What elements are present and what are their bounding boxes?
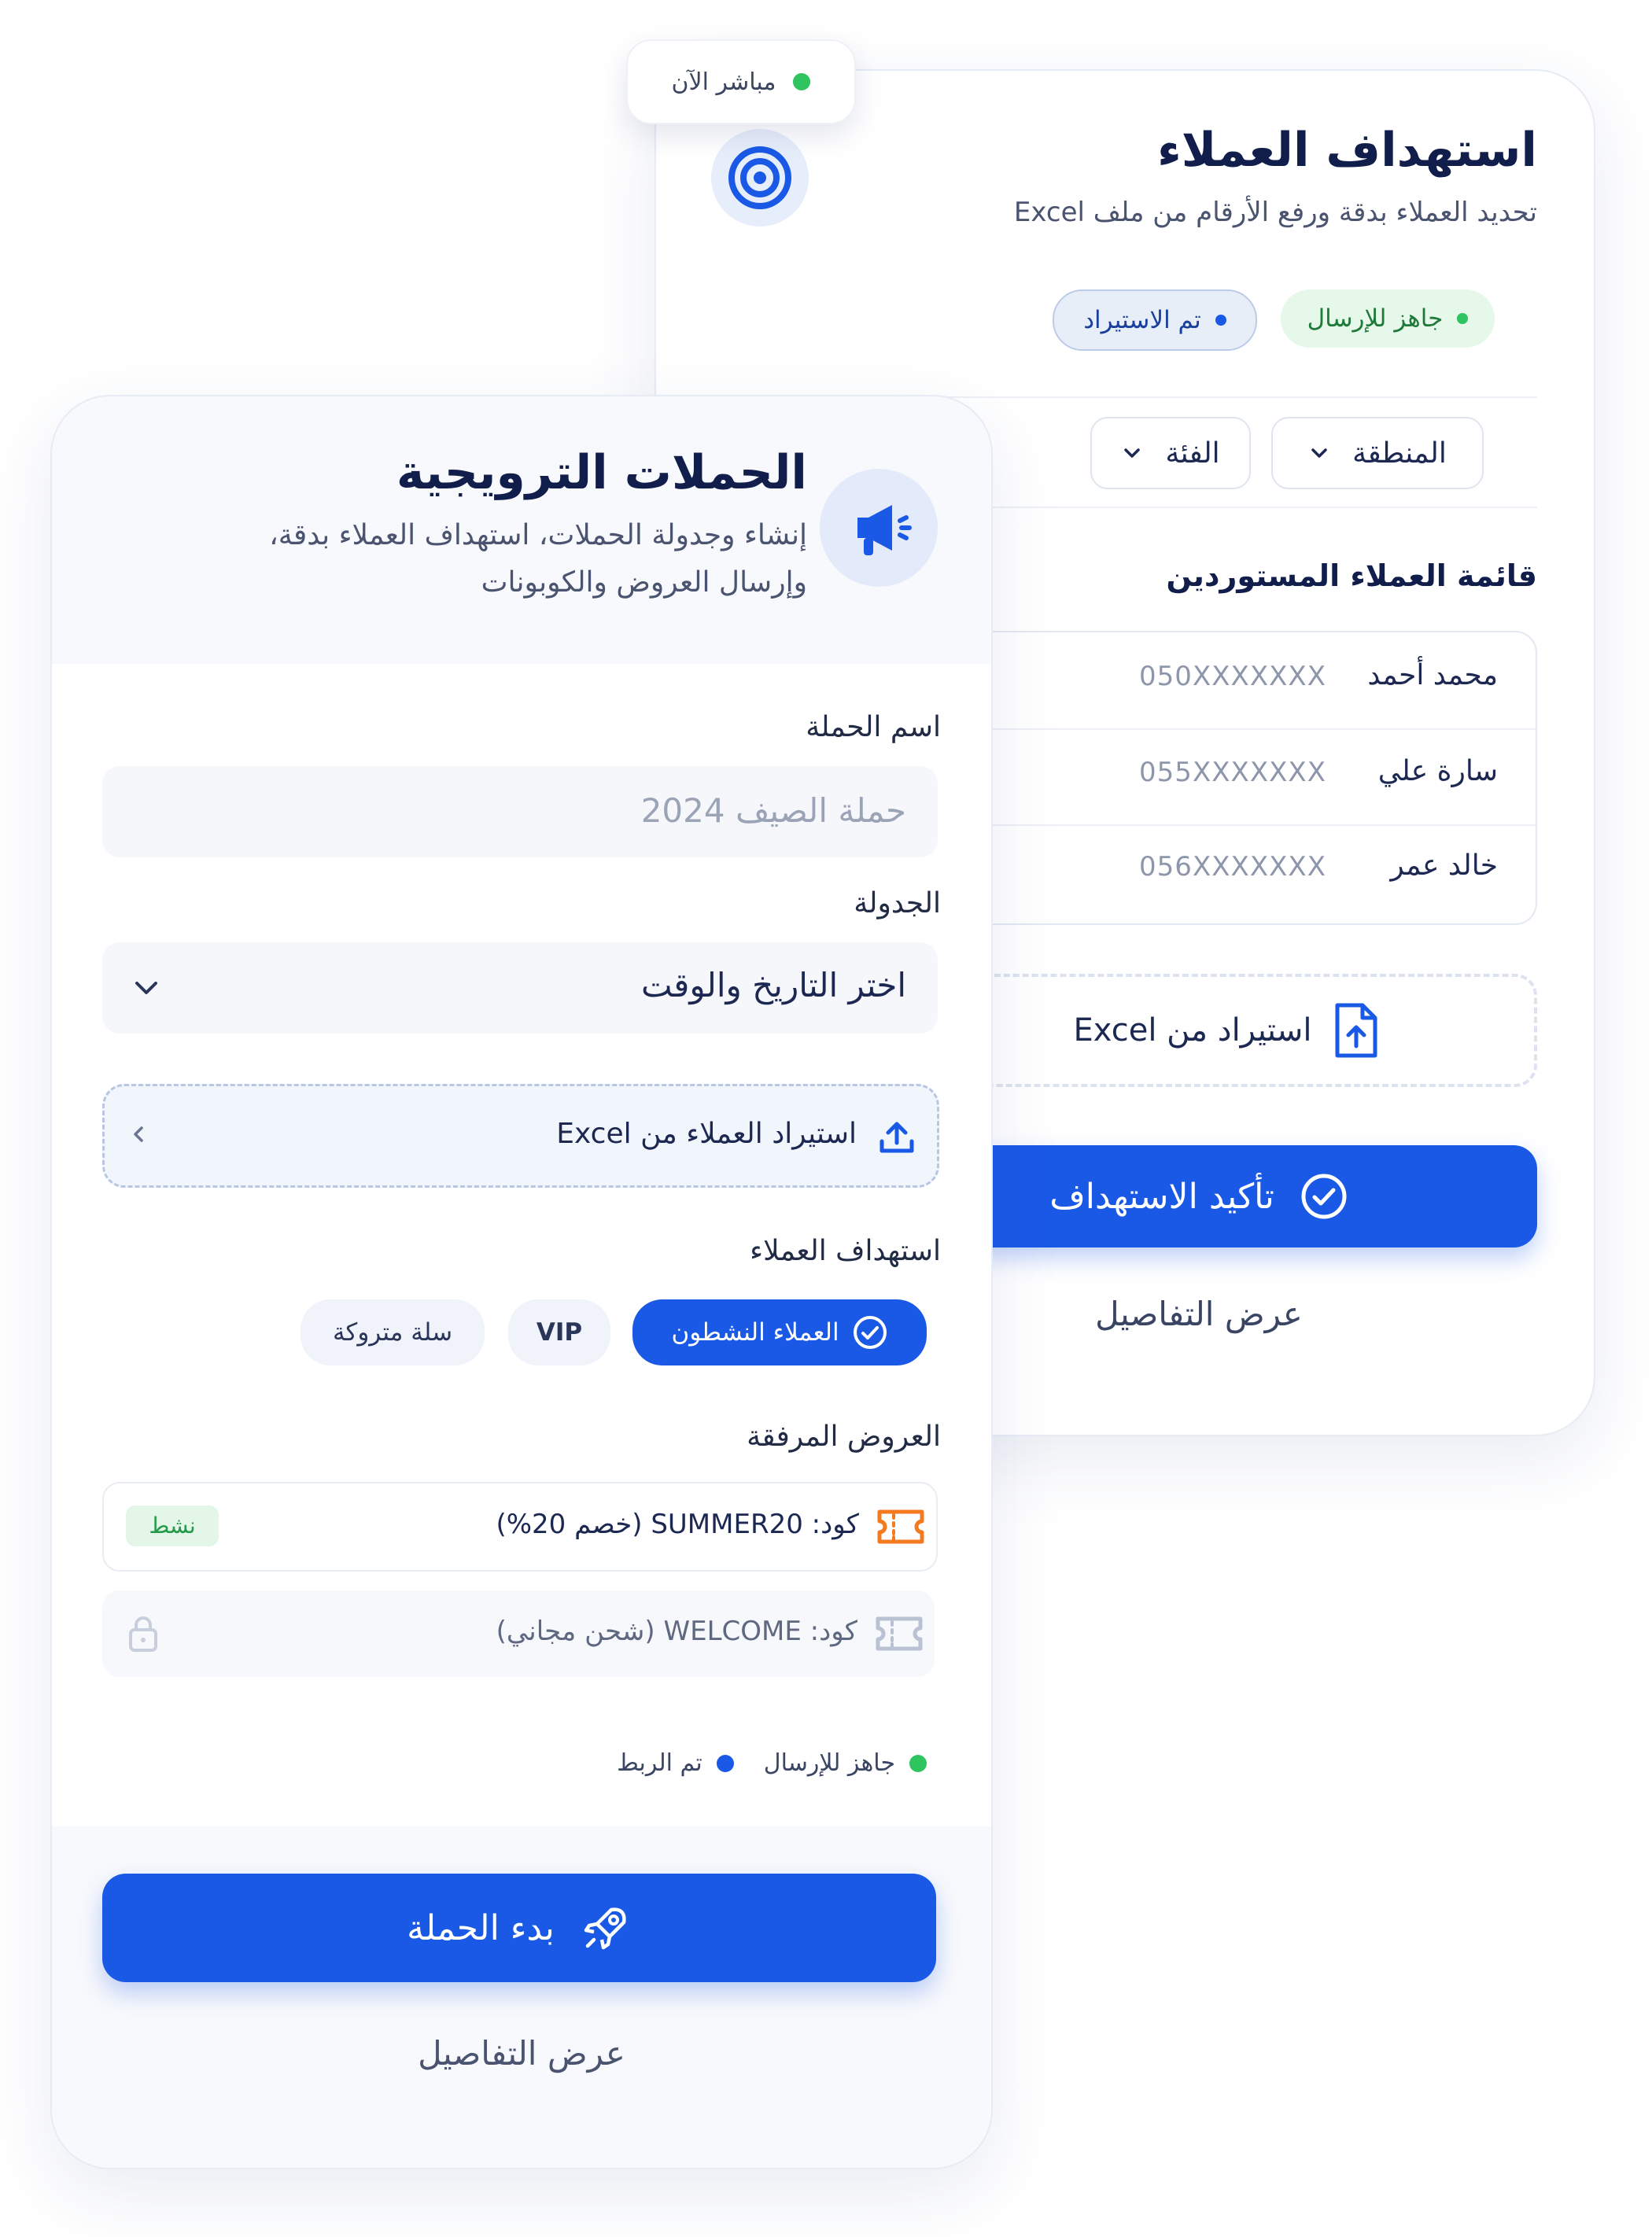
segment-vip[interactable]: VIP bbox=[508, 1299, 610, 1365]
badge-imported: تم الاستيراد bbox=[1053, 289, 1257, 351]
target-icon bbox=[711, 129, 809, 227]
start-campaign-button[interactable]: بدء الحملة bbox=[102, 1874, 936, 1982]
campaign-name-input[interactable]: حملة الصيف 2024 bbox=[102, 766, 938, 857]
campaign-subtitle-1: إنشاء وجدولة الحملات، استهداف العملاء بد… bbox=[269, 519, 807, 551]
customer-targeting-label: استهداف العملاء bbox=[750, 1235, 941, 1267]
rocket-icon bbox=[584, 1907, 626, 1950]
status-dot bbox=[909, 1754, 927, 1772]
check-circle-icon bbox=[1301, 1174, 1347, 1219]
coupon-icon bbox=[877, 1509, 924, 1544]
status-dot bbox=[1215, 315, 1226, 326]
campaign-name-label: اسم الحملة bbox=[806, 711, 941, 743]
check-circle-icon bbox=[853, 1316, 887, 1349]
segment-abandoned-cart[interactable]: سلة متروكة bbox=[301, 1299, 485, 1365]
offer-item[interactable]: كود: WELCOME (شحن مجاني) bbox=[102, 1590, 935, 1677]
coupon-icon bbox=[876, 1616, 923, 1651]
offer-code: كود: WELCOME (شحن مجاني) bbox=[496, 1616, 857, 1647]
live-now-badge: مباشر الآن bbox=[626, 39, 856, 124]
offers-label: العروض المرفقة bbox=[747, 1421, 941, 1453]
chevron-down-icon bbox=[135, 982, 157, 994]
campaign-details-link[interactable]: عرض التفاصيل bbox=[52, 2034, 991, 2073]
status-dot bbox=[1457, 313, 1469, 324]
upload-icon bbox=[879, 1122, 914, 1153]
campaign-card: الحملات الترويجية إنشاء وجدولة الحملات، … bbox=[50, 395, 993, 2169]
live-dot bbox=[793, 73, 811, 90]
customers-table: محمد أحمد 050XXXXXXX سارة علي 055XXXXXXX… bbox=[916, 631, 1537, 925]
filter-category-dropdown[interactable]: الفئة bbox=[1090, 417, 1251, 489]
megaphone-icon bbox=[820, 469, 938, 587]
chevron-down-icon bbox=[1124, 448, 1141, 458]
legend-ready: جاهز للإرسال bbox=[764, 1749, 927, 1777]
targeting-title: استهداف العملاء bbox=[1157, 123, 1537, 178]
offer-item[interactable]: كود: SUMMER20 (خصم 20%) نشط bbox=[102, 1482, 938, 1572]
status-dot bbox=[716, 1754, 734, 1772]
schedule-label: الجدولة bbox=[854, 887, 941, 919]
schedule-picker[interactable]: اختر التاريخ والوقت bbox=[102, 942, 938, 1034]
table-row[interactable]: سارة علي 055XXXXXXX bbox=[917, 730, 1536, 824]
campaign-title: الحملات الترويجية bbox=[396, 445, 807, 500]
import-customers-button[interactable]: استيراد العملاء من Excel bbox=[102, 1084, 939, 1188]
imported-list-title: قائمة العملاء المستوردين bbox=[1166, 558, 1537, 593]
status-legend: جاهز للإرسال تم الربط bbox=[617, 1749, 927, 1777]
campaign-subtitle-2: وإرسال العروض والكوبونات bbox=[481, 566, 807, 599]
import-excel-dropzone[interactable]: استيراد من Excel bbox=[916, 974, 1537, 1087]
offer-code: كود: SUMMER20 (خصم 20%) bbox=[496, 1509, 859, 1540]
filter-region-dropdown[interactable]: المنطقة bbox=[1271, 417, 1484, 489]
customer-name: خالد عمر bbox=[1390, 849, 1498, 882]
table-row[interactable]: خالد عمر 056XXXXXXX bbox=[917, 826, 1536, 920]
table-row[interactable]: محمد أحمد 050XXXXXXX bbox=[917, 632, 1536, 728]
chevron-left-icon bbox=[134, 1126, 143, 1142]
customer-name: سارة علي bbox=[1377, 755, 1498, 787]
customer-name: محمد أحمد bbox=[1367, 659, 1498, 691]
targeting-subtitle: تحديد العملاء بدقة ورفع الأرقام من ملف E… bbox=[1013, 197, 1537, 228]
badge-ready: جاهز للإرسال bbox=[1281, 289, 1495, 348]
segment-active-customers[interactable]: العملاء النشطون bbox=[632, 1299, 927, 1365]
lock-icon bbox=[129, 1616, 157, 1652]
offer-status-badge: نشط bbox=[126, 1505, 219, 1546]
legend-linked: تم الربط bbox=[617, 1749, 734, 1777]
file-upload-icon bbox=[1335, 1003, 1377, 1058]
chevron-down-icon bbox=[1311, 448, 1327, 458]
